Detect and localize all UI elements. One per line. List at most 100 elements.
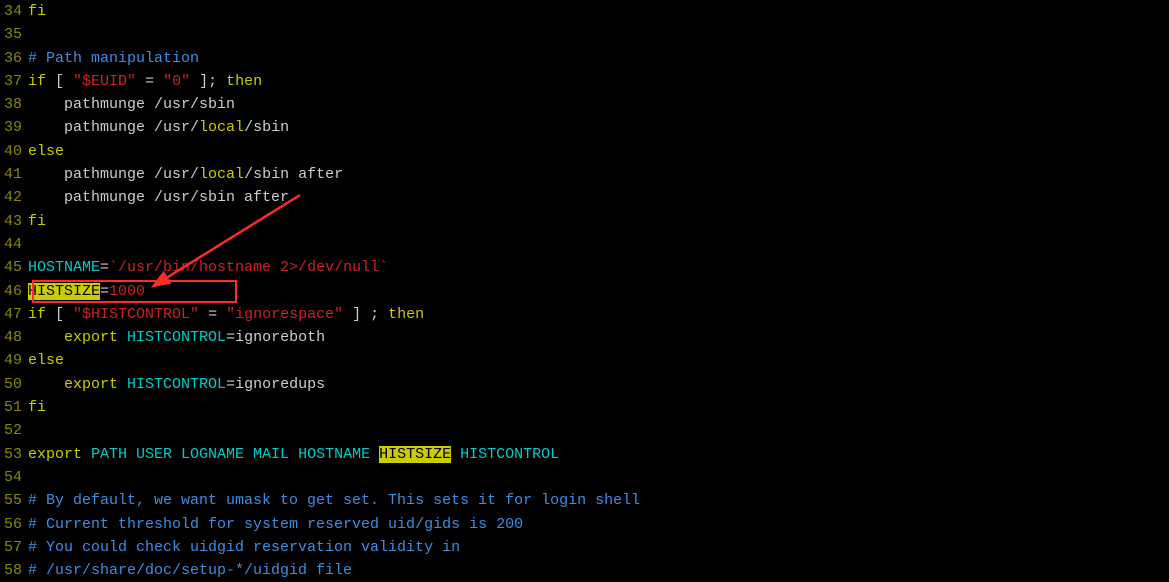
code-line[interactable]: 44 bbox=[0, 233, 1169, 256]
token: = bbox=[136, 73, 163, 90]
line-number: 35 bbox=[0, 23, 28, 46]
token: HISTCONTROL bbox=[127, 376, 226, 393]
code-content[interactable]: else bbox=[28, 349, 64, 372]
code-line[interactable]: 37if [ "$EUID" = "0" ]; then bbox=[0, 70, 1169, 93]
token: = bbox=[199, 306, 226, 323]
line-number: 42 bbox=[0, 186, 28, 209]
code-content[interactable]: export PATH USER LOGNAME MAIL HOSTNAME H… bbox=[28, 443, 559, 466]
code-line[interactable]: 41 pathmunge /usr/local/sbin after bbox=[0, 163, 1169, 186]
code-content[interactable]: fi bbox=[28, 0, 46, 23]
code-content[interactable]: else bbox=[28, 140, 64, 163]
code-line[interactable]: 35 bbox=[0, 23, 1169, 46]
code-content[interactable]: pathmunge /usr/sbin after bbox=[28, 186, 289, 209]
token: PATH USER LOGNAME MAIL HOSTNAME bbox=[91, 446, 379, 463]
line-number: 36 bbox=[0, 47, 28, 70]
token: pathmunge bbox=[28, 96, 154, 113]
code-line[interactable]: 38 pathmunge /usr/sbin bbox=[0, 93, 1169, 116]
line-number: 53 bbox=[0, 443, 28, 466]
code-content[interactable]: fi bbox=[28, 210, 46, 233]
code-content[interactable]: if [ "$EUID" = "0" ]; then bbox=[28, 70, 262, 93]
code-line[interactable]: 57# You could check uidgid reservation v… bbox=[0, 536, 1169, 559]
token: /usr/ bbox=[154, 119, 199, 136]
token: pathmunge bbox=[28, 166, 154, 183]
code-line[interactable]: 47if [ "$HISTCONTROL" = "ignorespace" ] … bbox=[0, 303, 1169, 326]
token: then bbox=[226, 73, 262, 90]
token: /sbin after bbox=[244, 166, 343, 183]
token: "$EUID" bbox=[73, 73, 136, 90]
line-number: 55 bbox=[0, 489, 28, 512]
line-number: 38 bbox=[0, 93, 28, 116]
code-content[interactable]: # Current threshold for system reserved … bbox=[28, 513, 523, 536]
token: HOSTNAME bbox=[28, 259, 100, 276]
line-number: 45 bbox=[0, 256, 28, 279]
token: 1000 bbox=[109, 283, 145, 300]
token: "0" bbox=[163, 73, 190, 90]
code-content[interactable]: # /usr/share/doc/setup-*/uidgid file bbox=[28, 559, 352, 582]
token: /usr/sbin bbox=[154, 96, 235, 113]
code-line[interactable]: 39 pathmunge /usr/local/sbin bbox=[0, 116, 1169, 139]
line-number: 39 bbox=[0, 116, 28, 139]
code-content[interactable]: # Path manipulation bbox=[28, 47, 199, 70]
token: export bbox=[28, 446, 82, 463]
token: HISTSIZE bbox=[379, 446, 451, 463]
token: export bbox=[64, 376, 118, 393]
token: ]; bbox=[190, 73, 226, 90]
token: # You could check uidgid reservation val… bbox=[28, 539, 460, 556]
token bbox=[82, 446, 91, 463]
line-number: 51 bbox=[0, 396, 28, 419]
line-number: 48 bbox=[0, 326, 28, 349]
token bbox=[118, 329, 127, 346]
token: `/usr/bin/hostname 2>/dev/null` bbox=[109, 259, 388, 276]
code-line[interactable]: 55# By default, we want umask to get set… bbox=[0, 489, 1169, 512]
code-content[interactable]: fi bbox=[28, 396, 46, 419]
code-content[interactable]: HOSTNAME=`/usr/bin/hostname 2>/dev/null` bbox=[28, 256, 388, 279]
code-content[interactable]: export HISTCONTROL=ignoreboth bbox=[28, 326, 325, 349]
line-number: 56 bbox=[0, 513, 28, 536]
code-line[interactable]: 50 export HISTCONTROL=ignoredups bbox=[0, 373, 1169, 396]
code-line[interactable]: 54 bbox=[0, 466, 1169, 489]
token: local bbox=[199, 119, 244, 136]
line-number: 40 bbox=[0, 140, 28, 163]
code-line[interactable]: 46HISTSIZE=1000 bbox=[0, 280, 1169, 303]
token: =ignoredups bbox=[226, 376, 325, 393]
line-number: 47 bbox=[0, 303, 28, 326]
code-content[interactable]: pathmunge /usr/local/sbin after bbox=[28, 163, 343, 186]
line-number: 50 bbox=[0, 373, 28, 396]
token: pathmunge bbox=[28, 119, 154, 136]
token: export bbox=[64, 329, 118, 346]
code-content[interactable]: # You could check uidgid reservation val… bbox=[28, 536, 460, 559]
token: [ bbox=[46, 73, 73, 90]
code-line[interactable]: 43fi bbox=[0, 210, 1169, 233]
line-number: 34 bbox=[0, 0, 28, 23]
code-line[interactable]: 36# Path manipulation bbox=[0, 47, 1169, 70]
token: [ bbox=[46, 306, 73, 323]
token: =ignoreboth bbox=[226, 329, 325, 346]
token: # /usr/share/doc/setup-*/uidgid file bbox=[28, 562, 352, 579]
token: /usr/ bbox=[154, 166, 199, 183]
code-line[interactable]: 51fi bbox=[0, 396, 1169, 419]
token: HISTCONTROL bbox=[451, 446, 559, 463]
token: ] ; bbox=[343, 306, 388, 323]
code-line[interactable]: 40else bbox=[0, 140, 1169, 163]
code-line[interactable]: 52 bbox=[0, 419, 1169, 442]
code-line[interactable]: 42 pathmunge /usr/sbin after bbox=[0, 186, 1169, 209]
code-content[interactable]: # By default, we want umask to get set. … bbox=[28, 489, 640, 512]
code-content[interactable]: pathmunge /usr/local/sbin bbox=[28, 116, 289, 139]
code-line[interactable]: 56# Current threshold for system reserve… bbox=[0, 513, 1169, 536]
token: if bbox=[28, 306, 46, 323]
code-line[interactable]: 53export PATH USER LOGNAME MAIL HOSTNAME… bbox=[0, 443, 1169, 466]
code-content[interactable]: if [ "$HISTCONTROL" = "ignorespace" ] ; … bbox=[28, 303, 424, 326]
line-number: 49 bbox=[0, 349, 28, 372]
code-content[interactable]: pathmunge /usr/sbin bbox=[28, 93, 235, 116]
token: else bbox=[28, 143, 64, 160]
code-line[interactable]: 45HOSTNAME=`/usr/bin/hostname 2>/dev/nul… bbox=[0, 256, 1169, 279]
code-content[interactable]: export HISTCONTROL=ignoredups bbox=[28, 373, 325, 396]
code-editor[interactable]: 34fi3536# Path manipulation37if [ "$EUID… bbox=[0, 0, 1169, 582]
code-line[interactable]: 34fi bbox=[0, 0, 1169, 23]
code-line[interactable]: 49else bbox=[0, 349, 1169, 372]
code-line[interactable]: 48 export HISTCONTROL=ignoreboth bbox=[0, 326, 1169, 349]
code-content[interactable]: HISTSIZE=1000 bbox=[28, 280, 145, 303]
line-number: 54 bbox=[0, 466, 28, 489]
code-line[interactable]: 58# /usr/share/doc/setup-*/uidgid file bbox=[0, 559, 1169, 582]
line-number: 43 bbox=[0, 210, 28, 233]
